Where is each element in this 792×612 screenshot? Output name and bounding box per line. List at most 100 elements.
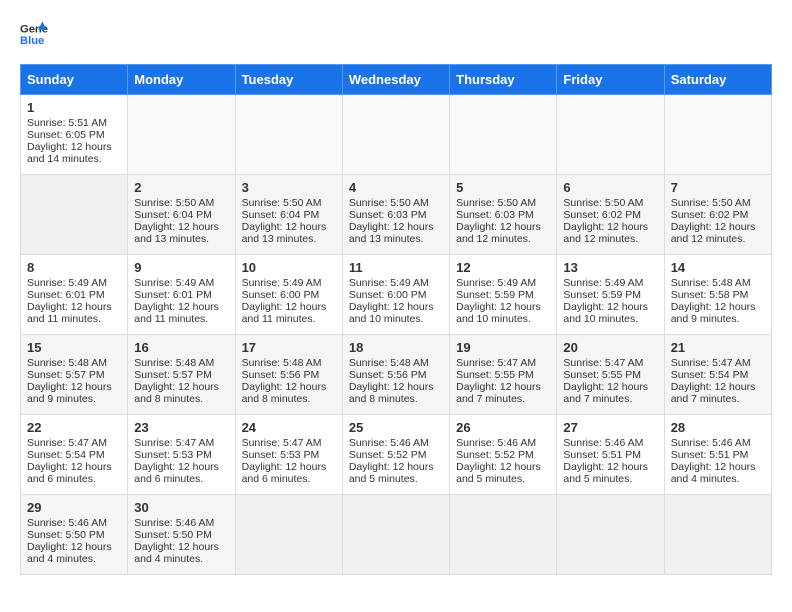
- weekday-header: Thursday: [450, 65, 557, 95]
- daylight-label: Daylight: 12 hours and 12 minutes.: [456, 221, 541, 245]
- sunrise-label: Sunrise: 5:46 AM: [456, 437, 536, 449]
- day-number: 30: [134, 500, 228, 515]
- sunset-label: Sunset: 6:03 PM: [349, 209, 427, 221]
- sunrise-label: Sunrise: 5:48 AM: [349, 357, 429, 369]
- sunset-label: Sunset: 6:04 PM: [242, 209, 320, 221]
- day-number: 14: [671, 260, 765, 275]
- daylight-label: Daylight: 12 hours and 4 minutes.: [27, 541, 112, 565]
- calendar-cell: 16 Sunrise: 5:48 AM Sunset: 5:57 PM Dayl…: [128, 335, 235, 415]
- sunset-label: Sunset: 6:01 PM: [134, 289, 212, 301]
- day-number: 9: [134, 260, 228, 275]
- sunset-label: Sunset: 6:04 PM: [134, 209, 212, 221]
- day-number: 6: [563, 180, 657, 195]
- sunset-label: Sunset: 5:55 PM: [456, 369, 534, 381]
- calendar-cell: [557, 95, 664, 175]
- daylight-label: Daylight: 12 hours and 11 minutes.: [242, 301, 327, 325]
- day-number: 21: [671, 340, 765, 355]
- daylight-label: Daylight: 12 hours and 6 minutes.: [242, 461, 327, 485]
- daylight-label: Daylight: 12 hours and 6 minutes.: [134, 461, 219, 485]
- sunset-label: Sunset: 5:53 PM: [242, 449, 320, 461]
- sunset-label: Sunset: 5:56 PM: [242, 369, 320, 381]
- daylight-label: Daylight: 12 hours and 5 minutes.: [563, 461, 648, 485]
- calendar-cell: 4 Sunrise: 5:50 AM Sunset: 6:03 PM Dayli…: [342, 175, 449, 255]
- day-number: 11: [349, 260, 443, 275]
- sunrise-label: Sunrise: 5:47 AM: [563, 357, 643, 369]
- sunrise-label: Sunrise: 5:49 AM: [349, 277, 429, 289]
- logo: General Blue: [20, 20, 48, 48]
- calendar-table: SundayMondayTuesdayWednesdayThursdayFrid…: [20, 64, 772, 575]
- sunset-label: Sunset: 6:05 PM: [27, 129, 105, 141]
- sunrise-label: Sunrise: 5:48 AM: [134, 357, 214, 369]
- sunrise-label: Sunrise: 5:47 AM: [456, 357, 536, 369]
- calendar-cell: 19 Sunrise: 5:47 AM Sunset: 5:55 PM Dayl…: [450, 335, 557, 415]
- day-number: 12: [456, 260, 550, 275]
- calendar-cell: 11 Sunrise: 5:49 AM Sunset: 6:00 PM Dayl…: [342, 255, 449, 335]
- sunrise-label: Sunrise: 5:49 AM: [456, 277, 536, 289]
- day-number: 25: [349, 420, 443, 435]
- sunrise-label: Sunrise: 5:46 AM: [671, 437, 751, 449]
- sunset-label: Sunset: 5:57 PM: [27, 369, 105, 381]
- day-number: 7: [671, 180, 765, 195]
- calendar-cell: 23 Sunrise: 5:47 AM Sunset: 5:53 PM Dayl…: [128, 415, 235, 495]
- daylight-label: Daylight: 12 hours and 10 minutes.: [456, 301, 541, 325]
- day-number: 8: [27, 260, 121, 275]
- day-number: 3: [242, 180, 336, 195]
- calendar-cell: [235, 95, 342, 175]
- calendar-cell: 3 Sunrise: 5:50 AM Sunset: 6:04 PM Dayli…: [235, 175, 342, 255]
- page-header: General Blue: [20, 20, 772, 48]
- sunrise-label: Sunrise: 5:47 AM: [671, 357, 751, 369]
- calendar-cell: 26 Sunrise: 5:46 AM Sunset: 5:52 PM Dayl…: [450, 415, 557, 495]
- calendar-cell: [21, 175, 128, 255]
- sunset-label: Sunset: 5:54 PM: [27, 449, 105, 461]
- daylight-label: Daylight: 12 hours and 10 minutes.: [349, 301, 434, 325]
- day-number: 28: [671, 420, 765, 435]
- calendar-cell: [342, 495, 449, 575]
- day-number: 29: [27, 500, 121, 515]
- calendar-cell: 24 Sunrise: 5:47 AM Sunset: 5:53 PM Dayl…: [235, 415, 342, 495]
- sunset-label: Sunset: 5:54 PM: [671, 369, 749, 381]
- day-number: 18: [349, 340, 443, 355]
- daylight-label: Daylight: 12 hours and 4 minutes.: [671, 461, 756, 485]
- daylight-label: Daylight: 12 hours and 5 minutes.: [349, 461, 434, 485]
- sunrise-label: Sunrise: 5:48 AM: [671, 277, 751, 289]
- calendar-cell: 12 Sunrise: 5:49 AM Sunset: 5:59 PM Dayl…: [450, 255, 557, 335]
- calendar-cell: [450, 95, 557, 175]
- sunrise-label: Sunrise: 5:46 AM: [27, 517, 107, 529]
- calendar-cell: 29 Sunrise: 5:46 AM Sunset: 5:50 PM Dayl…: [21, 495, 128, 575]
- calendar-cell: 10 Sunrise: 5:49 AM Sunset: 6:00 PM Dayl…: [235, 255, 342, 335]
- sunset-label: Sunset: 5:51 PM: [671, 449, 749, 461]
- sunrise-label: Sunrise: 5:46 AM: [134, 517, 214, 529]
- weekday-header: Wednesday: [342, 65, 449, 95]
- svg-text:Blue: Blue: [20, 35, 44, 47]
- weekday-header: Tuesday: [235, 65, 342, 95]
- day-number: 13: [563, 260, 657, 275]
- calendar-cell: [342, 95, 449, 175]
- daylight-label: Daylight: 12 hours and 8 minutes.: [134, 381, 219, 405]
- calendar-cell: [128, 95, 235, 175]
- calendar-cell: [450, 495, 557, 575]
- sunrise-label: Sunrise: 5:46 AM: [563, 437, 643, 449]
- calendar-cell: 5 Sunrise: 5:50 AM Sunset: 6:03 PM Dayli…: [450, 175, 557, 255]
- day-number: 4: [349, 180, 443, 195]
- sunrise-label: Sunrise: 5:47 AM: [242, 437, 322, 449]
- calendar-cell: 13 Sunrise: 5:49 AM Sunset: 5:59 PM Dayl…: [557, 255, 664, 335]
- daylight-label: Daylight: 12 hours and 9 minutes.: [27, 381, 112, 405]
- sunset-label: Sunset: 5:52 PM: [456, 449, 534, 461]
- logo-icon: General Blue: [20, 20, 48, 48]
- sunset-label: Sunset: 5:56 PM: [349, 369, 427, 381]
- day-number: 5: [456, 180, 550, 195]
- daylight-label: Daylight: 12 hours and 8 minutes.: [242, 381, 327, 405]
- sunset-label: Sunset: 6:03 PM: [456, 209, 534, 221]
- day-number: 24: [242, 420, 336, 435]
- calendar-cell: 8 Sunrise: 5:49 AM Sunset: 6:01 PM Dayli…: [21, 255, 128, 335]
- daylight-label: Daylight: 12 hours and 7 minutes.: [456, 381, 541, 405]
- sunset-label: Sunset: 5:57 PM: [134, 369, 212, 381]
- day-number: 27: [563, 420, 657, 435]
- day-number: 10: [242, 260, 336, 275]
- day-number: 20: [563, 340, 657, 355]
- calendar-cell: 17 Sunrise: 5:48 AM Sunset: 5:56 PM Dayl…: [235, 335, 342, 415]
- sunrise-label: Sunrise: 5:48 AM: [242, 357, 322, 369]
- daylight-label: Daylight: 12 hours and 7 minutes.: [671, 381, 756, 405]
- sunrise-label: Sunrise: 5:47 AM: [27, 437, 107, 449]
- weekday-header: Friday: [557, 65, 664, 95]
